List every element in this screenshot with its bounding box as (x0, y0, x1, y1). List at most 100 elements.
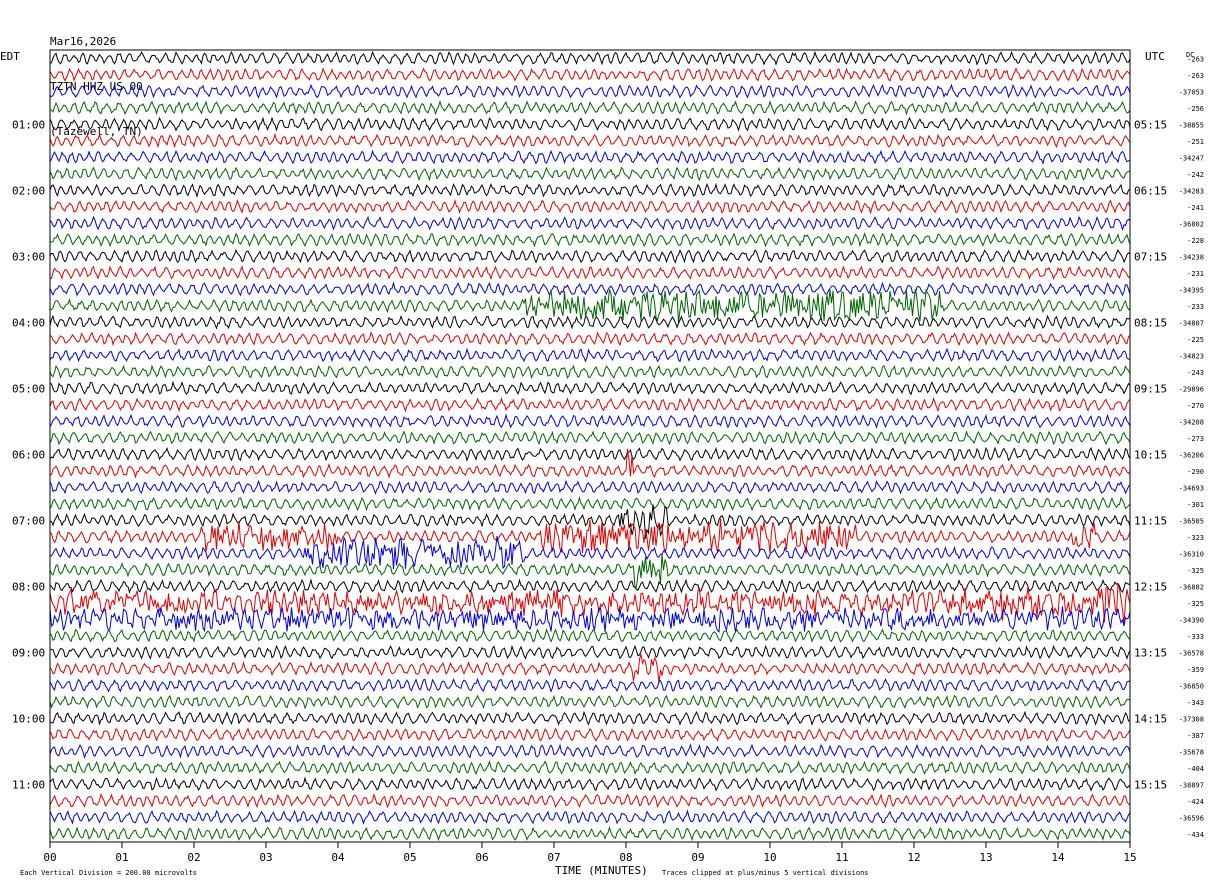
x-axis-title: TIME (MINUTES) (555, 864, 648, 877)
left-hour-label: 03:00 (12, 250, 45, 263)
dc-offset-label: -34283 (1179, 187, 1204, 195)
trace-row-35 (49, 628, 1131, 643)
trace-row-6 (49, 149, 1131, 165)
trace-row-14 (49, 281, 1131, 297)
right-hour-label: 14:15 (1134, 712, 1167, 725)
trace-row-38 (49, 677, 1131, 693)
right-hour-label: 10:15 (1134, 448, 1167, 461)
plot-frame (49, 49, 1131, 843)
trace-row-25 (49, 448, 1131, 479)
trace-row-33 (49, 583, 1131, 625)
x-tick-label: 12 (907, 851, 920, 864)
dc-offset-label: -36206 (1179, 451, 1204, 459)
trace-row-39 (49, 694, 1131, 710)
right-hour-label: 11:15 (1134, 514, 1167, 527)
trace-row-36 (49, 644, 1131, 660)
dc-offset-label: -404 (1187, 765, 1204, 773)
dc-offset-label: -36850 (1179, 682, 1204, 690)
trace-row-34 (49, 606, 1131, 633)
left-hour-label: 08:00 (12, 580, 45, 593)
left-hour-label: 05:00 (12, 382, 45, 395)
right-hour-label: 15:15 (1134, 778, 1167, 791)
trace-row-37 (49, 654, 1131, 684)
dc-offset-label: -323 (1187, 534, 1204, 542)
seismogram-plot: 01:00 02:00 03:00 04:00 05:00 06:00 07:00 08:00… (0, 49, 1204, 877)
dc-offset-label: -34390 (1179, 616, 1204, 624)
x-tick-label: 04 (331, 851, 345, 864)
trace-row-26 (49, 479, 1131, 495)
trace-row-1 (49, 67, 1131, 83)
x-tick-label: 13 (979, 851, 992, 864)
trace-row-7 (49, 166, 1131, 182)
left-hour-label: 01:00 (12, 118, 45, 131)
dc-offset-label: -38897 (1179, 781, 1204, 789)
dc-offset-label: -325 (1187, 567, 1204, 575)
trace-row-12 (49, 248, 1131, 264)
dc-offset-label: -325 (1187, 600, 1204, 608)
left-hour-label: 10:00 (12, 712, 45, 725)
dc-offset-label: -301 (1187, 501, 1204, 509)
trace-row-42 (49, 743, 1131, 760)
scale-note: Each Vertical Division = 200.00 microvol… (20, 869, 197, 877)
dc-offset-label: -37308 (1179, 715, 1204, 723)
dc-offset-label: -36578 (1179, 649, 1204, 657)
trace-row-0 (49, 50, 1131, 66)
dc-offset-label: -256 (1187, 105, 1204, 113)
x-tick-label: 09 (691, 851, 704, 864)
dc-offset-label: -37053 (1179, 88, 1204, 96)
dc-axis-title: DC (1186, 51, 1194, 59)
dc-offset-label: -273 (1187, 435, 1204, 443)
trace-group (49, 50, 1131, 842)
dc-offset-label: -387 (1187, 732, 1204, 740)
trace-row-19 (49, 364, 1131, 380)
dc-offset-label: -242 (1187, 171, 1204, 179)
left-time-labels: 01:00 02:00 03:00 04:00 05:00 06:00 07:00 08:00… (12, 118, 45, 791)
x-tick-label: 10 (763, 851, 776, 864)
dc-offset-label: -34807 (1179, 319, 1204, 327)
right-hour-label: 06:15 (1134, 184, 1167, 197)
trace-row-22 (49, 413, 1131, 430)
dc-offset-label: -34395 (1179, 286, 1204, 294)
left-hour-label: 09:00 (12, 646, 45, 659)
trace-row-9 (49, 198, 1131, 215)
x-tick-label: 08 (619, 851, 632, 864)
x-axis: 00 01 02 03 04 05 06 07 08 09 10 11 12 13 14 15 (43, 842, 1137, 864)
dc-offset-label: -36882 (1179, 583, 1204, 591)
trace-row-46 (49, 809, 1131, 825)
dc-offset-label: -263 (1187, 72, 1204, 80)
right-time-labels: 05:15 06:15 07:15 08:15 09:15 10:15 11:15 12:15… (1134, 118, 1167, 791)
right-hour-label: 12:15 (1134, 580, 1167, 593)
trace-row-17 (49, 331, 1131, 347)
left-hour-label: 04:00 (12, 316, 45, 329)
trace-row-15 (49, 288, 1131, 323)
dc-offset-label: -34693 (1179, 484, 1204, 492)
left-hour-label: 02:00 (12, 184, 45, 197)
trace-row-43 (49, 759, 1131, 776)
dc-offset-label: -241 (1187, 204, 1204, 212)
x-tick-label: 02 (187, 851, 200, 864)
dc-offset-label: -29896 (1179, 385, 1204, 393)
trace-row-32 (49, 578, 1131, 594)
dc-offset-label: -270 (1187, 402, 1204, 410)
left-hour-label: 11:00 (12, 778, 45, 791)
right-hour-label: 13:15 (1134, 646, 1167, 659)
clip-note: Traces clipped at plus/minus 5 vertical … (662, 869, 869, 877)
dc-offset-label: -343 (1187, 699, 1204, 707)
dc-offset-label: -333 (1187, 633, 1204, 641)
x-tick-label: 05 (403, 851, 416, 864)
dc-offset-label: -36596 (1179, 814, 1204, 822)
trace-row-44 (49, 776, 1131, 792)
trace-row-23 (49, 430, 1131, 446)
x-tick-label: 00 (43, 851, 56, 864)
edt-axis-title: EDT (0, 50, 20, 63)
dc-offset-label: -225 (1187, 336, 1204, 344)
trace-row-18 (49, 347, 1131, 363)
right-hour-label: 05:15 (1134, 118, 1167, 131)
x-tick-label: 03 (259, 851, 272, 864)
trace-row-10 (49, 215, 1131, 232)
trace-row-24 (49, 446, 1131, 462)
dc-offset-labels: -263-263-37053-256-38855-251-34247-242-3… (1179, 55, 1204, 838)
dc-offset-label: -290 (1187, 468, 1204, 476)
trace-row-31 (49, 554, 1131, 589)
dc-offset-label: -251 (1187, 138, 1204, 146)
